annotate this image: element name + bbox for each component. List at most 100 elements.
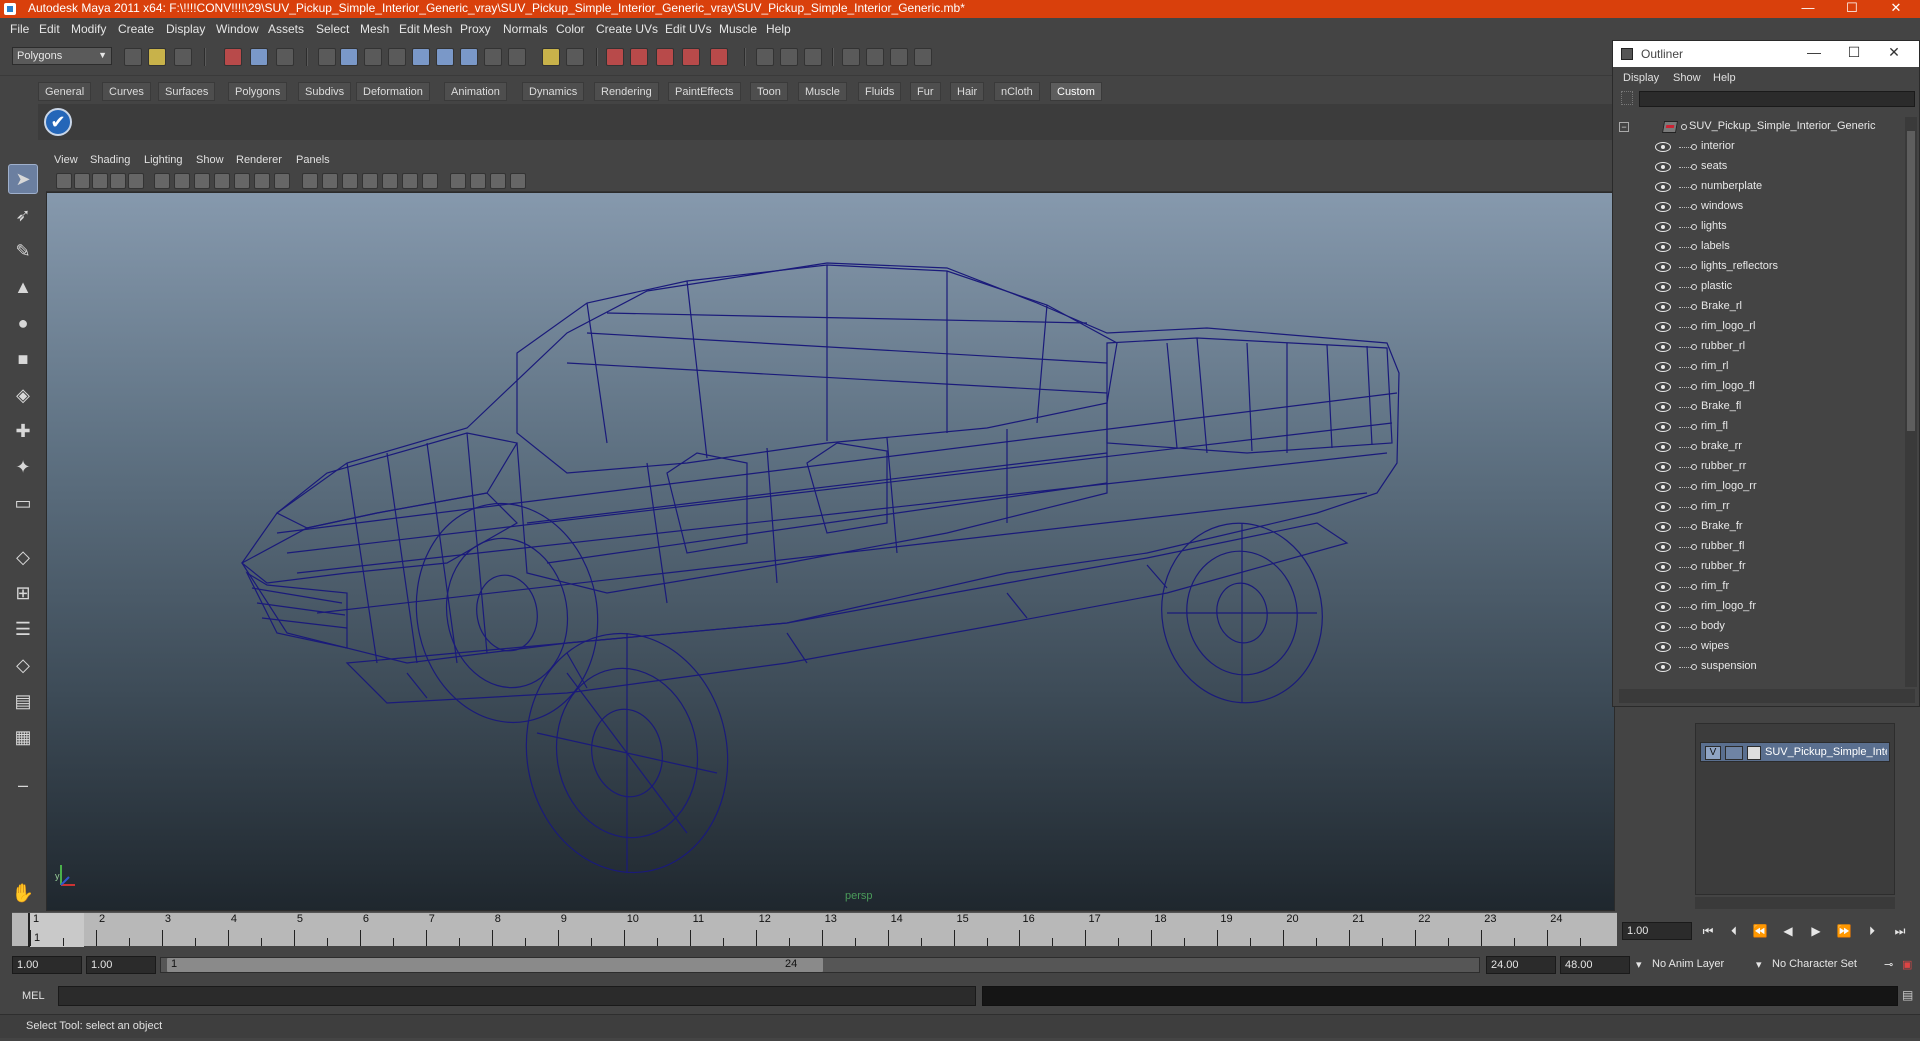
tab-subdivs[interactable]: Subdivs [298, 82, 352, 101]
menu-select[interactable]: Select [316, 22, 349, 36]
outliner-horizontal-scrollbar[interactable] [1619, 689, 1915, 703]
visibility-eye-icon[interactable] [1655, 182, 1671, 192]
persp-graph-layout-icon[interactable]: ◇ [8, 650, 38, 680]
menu-file[interactable]: File [10, 22, 29, 36]
outliner-item[interactable]: rim_logo_rr [1619, 477, 1903, 497]
history-outputs-icon[interactable] [780, 48, 798, 66]
select-by-object-icon[interactable] [250, 48, 268, 66]
panel-menu-renderer[interactable]: Renderer [236, 154, 282, 166]
wireframe-icon[interactable] [302, 173, 318, 189]
pick-rendering-icon[interactable] [484, 48, 502, 66]
tab-toon[interactable]: Toon [750, 82, 788, 101]
outliner-scroll-thumb[interactable] [1907, 131, 1915, 431]
grid-icon[interactable] [154, 173, 170, 189]
play-forwards-icon[interactable]: ▶ [1806, 922, 1826, 940]
play-backwards-icon[interactable]: ◀ [1778, 922, 1798, 940]
outliner-item[interactable]: Brake_fl [1619, 397, 1903, 417]
menu-set-selector[interactable]: Polygons ▼ [12, 47, 112, 65]
paint-select-tool-icon[interactable]: ✎ [8, 236, 38, 266]
image-plane-icon[interactable] [110, 173, 126, 189]
tab-painteffects[interactable]: PaintEffects [668, 82, 741, 101]
outliner-item[interactable]: lights_reflectors [1619, 257, 1903, 277]
outliner-menu-show[interactable]: Show [1673, 72, 1701, 84]
render-current-frame-icon[interactable] [866, 48, 884, 66]
outliner-item[interactable]: brake_rr [1619, 437, 1903, 457]
panel-menu-shading[interactable]: Shading [90, 154, 130, 166]
highlight-selection-icon[interactable] [566, 48, 584, 66]
tab-hair[interactable]: Hair [950, 82, 985, 101]
mask-dropdown-icon[interactable] [318, 48, 336, 66]
pick-surfaces-icon[interactable] [412, 48, 430, 66]
go-to-start-icon[interactable]: ⏮ [1698, 922, 1718, 940]
playback-start-field[interactable]: 1.00 [86, 956, 156, 974]
outliner-item[interactable]: rim_logo_fl [1619, 377, 1903, 397]
outliner-item[interactable]: labels [1619, 237, 1903, 257]
menu-edit-mesh[interactable]: Edit Mesh [399, 22, 452, 36]
visibility-eye-icon[interactable] [1655, 222, 1671, 232]
pick-deformations-icon[interactable] [436, 48, 454, 66]
outliner-item[interactable]: plastic [1619, 277, 1903, 297]
checkmark-shelf-icon[interactable]: ✔ [44, 108, 72, 136]
tab-deformation[interactable]: Deformation [356, 82, 430, 101]
textured-icon[interactable] [362, 173, 378, 189]
high-quality-icon[interactable] [422, 173, 438, 189]
ipr-render-icon[interactable] [890, 48, 908, 66]
menu-help[interactable]: Help [766, 22, 791, 36]
lock-selection-icon[interactable] [542, 48, 560, 66]
select-by-hierarchy-icon[interactable] [224, 48, 242, 66]
outliner-item[interactable]: Brake_fr [1619, 517, 1903, 537]
display-layer-row[interactable]: V SUV_Pickup_Simple_Interior_Generic [1700, 742, 1890, 762]
visibility-eye-icon[interactable] [1655, 522, 1671, 532]
anim-layer-selector[interactable]: No Anim Layer [1652, 958, 1724, 970]
xray-joints-icon[interactable] [490, 173, 506, 189]
minimize-button[interactable]: — [1788, 0, 1828, 18]
field-chart-icon[interactable] [234, 173, 250, 189]
menu-assets[interactable]: Assets [268, 22, 304, 36]
film-gate-icon[interactable] [174, 173, 190, 189]
visibility-eye-icon[interactable] [1655, 562, 1671, 572]
step-forward-key-icon[interactable]: ⏩ [1834, 922, 1854, 940]
go-to-end-icon[interactable]: ⏭ [1890, 922, 1910, 940]
single-perspective-layout-icon[interactable]: ◇ [8, 542, 38, 572]
menu-color[interactable]: Color [556, 22, 585, 36]
panel-menu-view[interactable]: View [54, 154, 78, 166]
menu-mesh[interactable]: Mesh [360, 22, 389, 36]
snap-to-point-icon[interactable] [656, 48, 674, 66]
script-language-label[interactable]: MEL [22, 990, 45, 1002]
visibility-eye-icon[interactable] [1655, 602, 1671, 612]
bookmarks-icon[interactable] [92, 173, 108, 189]
range-slider-handle[interactable]: 1 24 [167, 958, 823, 972]
outliner-item[interactable]: rim_rr [1619, 497, 1903, 517]
show-manipulator-icon[interactable]: ✦ [8, 452, 38, 482]
outliner-filter-input[interactable] [1639, 91, 1915, 107]
outliner-minimize-button[interactable]: — [1799, 44, 1829, 60]
wireframe-on-shaded-icon[interactable] [342, 173, 358, 189]
resolution-gate-icon[interactable] [194, 173, 210, 189]
animation-start-field[interactable]: 1.00 [12, 956, 82, 974]
layer-visibility-toggle[interactable]: V [1705, 746, 1721, 760]
outliner-item[interactable]: rim_rl [1619, 357, 1903, 377]
visibility-eye-icon[interactable] [1655, 442, 1671, 452]
menu-create[interactable]: Create [118, 22, 154, 36]
visibility-eye-icon[interactable] [1655, 262, 1671, 272]
outliner-item[interactable]: rubber_fr [1619, 557, 1903, 577]
close-button[interactable]: ✕ [1876, 0, 1916, 18]
outliner-item[interactable]: interior [1619, 137, 1903, 157]
anim-layer-dropdown-icon[interactable]: ▾ [1636, 958, 1642, 971]
layer-horizontal-scrollbar[interactable] [1695, 897, 1895, 909]
new-scene-icon[interactable] [124, 48, 142, 66]
select-by-component-icon[interactable] [276, 48, 294, 66]
rotate-tool-icon[interactable]: ● [8, 308, 38, 338]
move-tool-icon[interactable]: ▲ [8, 272, 38, 302]
shelf-menu-handle[interactable] [12, 80, 34, 142]
panel-menu-lighting[interactable]: Lighting [144, 154, 183, 166]
layer-color-swatch[interactable] [1747, 746, 1761, 760]
outliner-vertical-scrollbar[interactable] [1905, 117, 1917, 687]
menu-display[interactable]: Display [166, 22, 205, 36]
step-forward-icon[interactable]: ⏵ [1862, 922, 1882, 940]
outliner-item[interactable]: body [1619, 617, 1903, 637]
collapse-icon[interactable]: − [1619, 122, 1629, 132]
custom-layout-icon[interactable]: – [8, 770, 38, 800]
outliner-menu-display[interactable]: Display [1623, 72, 1659, 84]
lasso-tool-icon[interactable]: ➶ [8, 200, 38, 230]
